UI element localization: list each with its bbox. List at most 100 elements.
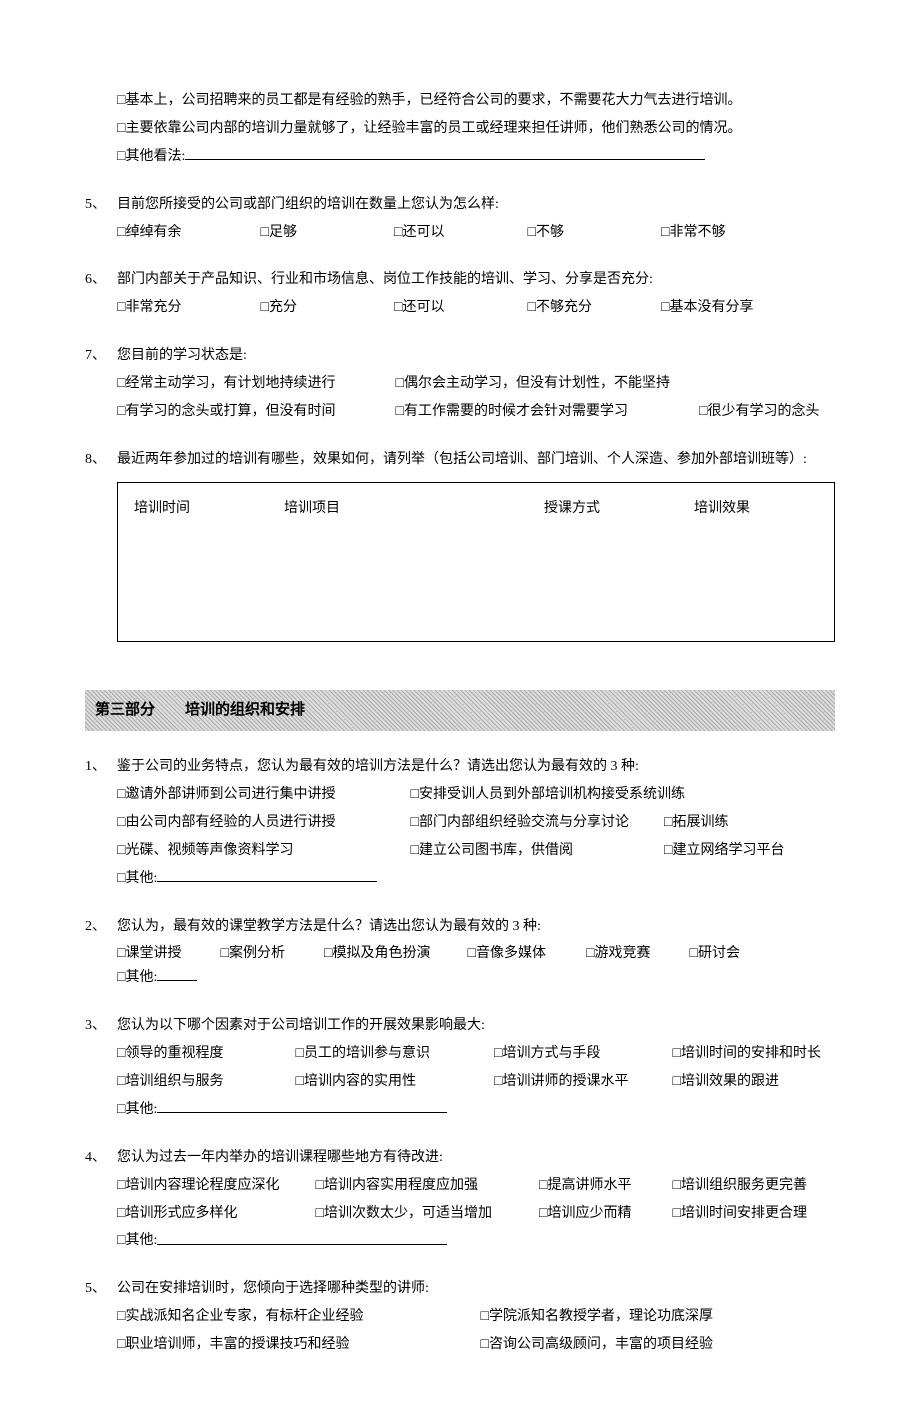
checkbox-icon[interactable]: □	[117, 1305, 125, 1329]
q5-text: 目前您所接受的公司或部门组织的培训在数量上您认为怎么样:	[117, 193, 835, 217]
checkbox-icon[interactable]: □	[481, 1305, 489, 1329]
checkbox-icon[interactable]: □	[673, 1174, 681, 1198]
fill-blank[interactable]	[157, 1244, 447, 1245]
p3q4-opt-8: 其他:	[125, 1234, 157, 1249]
checkbox-icon[interactable]: □	[296, 1070, 304, 1094]
p3q1-opt-5: 光碟、视频等声像资料学习	[125, 843, 293, 858]
checkbox-icon[interactable]: □	[690, 942, 698, 966]
checkbox-icon[interactable]: □	[481, 1333, 489, 1357]
q8-table-head: 培训时间 培训项目 授课方式 培训效果	[134, 497, 818, 521]
intro-options: □ 基本上，公司招聘来的员工都是有经验的熟手，已经符合公司的要求，不需要花大力气…	[85, 89, 835, 169]
q5-opt-2: 还可以	[402, 225, 444, 240]
checkbox-icon[interactable]: □	[673, 1202, 681, 1226]
q8-col-1: 培训项目	[284, 497, 544, 521]
checkbox-icon[interactable]: □	[316, 1202, 324, 1226]
section-3-header: 第三部分 培训的组织和安排	[85, 690, 835, 732]
checkbox-icon[interactable]: □	[296, 1042, 304, 1066]
p3q3-options: □ 领导的重视程度 □ 员工的培训参与意识 □ 培训方式与手段 □ 培训时间的安…	[85, 1042, 835, 1122]
q6-opt-4: 基本没有分享	[669, 300, 753, 315]
fill-blank[interactable]	[157, 881, 377, 882]
q5-opt-4: 非常不够	[669, 225, 725, 240]
q6-opt-0: 非常充分	[125, 300, 181, 315]
p3q4-opt-5: 培训次数太少，可适当增加	[324, 1206, 492, 1221]
p3q2-opt-6: 其他:	[125, 970, 157, 985]
q8-text: 最近两年参加过的培训有哪些，效果如何，请列举（包括公司培训、部门培训、个人深造、…	[117, 448, 835, 472]
p3q2-opt-5: 研讨会	[698, 947, 740, 962]
intro-opt-b: □ 主要依靠公司内部的培训力量就够了，让经验丰富的员工或经理来担任讲师，他们熟悉…	[117, 117, 835, 141]
p3q3-opt-0: 领导的重视程度	[125, 1046, 223, 1061]
checkbox-icon[interactable]: □	[468, 942, 476, 966]
q7: 7、 您目前的学习状态是:	[85, 344, 835, 368]
p3q3-opt-6: 培训讲师的授课水平	[502, 1074, 628, 1089]
q7-opt-1: 偶尔会主动学习，但没有计划性，不能坚持	[404, 376, 670, 391]
q8-col-2: 授课方式	[544, 497, 694, 521]
q7-opt-0: 经常主动学习，有计划地持续进行	[125, 376, 335, 391]
checkbox-icon[interactable]: □	[117, 1333, 125, 1357]
p3q1-opt-1: 安排受训人员到外部培训机构接受系统训练	[419, 787, 685, 802]
p3q1-opt-6: 建立公司图书库，供借阅	[419, 843, 573, 858]
q8-col-3: 培训效果	[694, 497, 750, 521]
checkbox-icon[interactable]: □	[396, 400, 404, 424]
q7-opt-3: 有工作需要的时候才会针对需要学习	[404, 404, 628, 419]
q7-opt-2: 有学习的念头或打算，但没有时间	[125, 404, 335, 419]
checkbox-icon[interactable]: □	[673, 1070, 681, 1094]
p3q2-text: 您认为，最有效的课堂教学方法是什么？请选出您认为最有效的 3 种:	[117, 915, 835, 939]
p3q1-options: □ 邀请外部讲师到公司进行集中讲授 □ 安排受训人员到外部培训机构接受系统训练 …	[85, 783, 835, 891]
p3q5-opt-0: 实战派知名企业专家，有标杆企业经验	[125, 1309, 363, 1324]
q6-opt-1: 充分	[269, 300, 297, 315]
fill-blank[interactable]	[157, 980, 197, 981]
p3q5-opt-3: 咨询公司高级顾问，丰富的项目经验	[489, 1337, 713, 1352]
checkbox-icon[interactable]: □	[396, 372, 404, 396]
p3q3-opt-7: 培训效果的跟进	[681, 1074, 779, 1089]
p3q1: 1、 鉴于公司的业务特点，您认为最有效的培训方法是什么？请选出您认为最有效的 3…	[85, 755, 835, 779]
checkbox-icon[interactable]: □	[411, 783, 419, 807]
checkbox-icon[interactable]: □	[528, 296, 536, 320]
fill-blank[interactable]	[157, 1112, 447, 1113]
checkbox-icon[interactable]: □	[221, 942, 229, 966]
q8-col-0: 培训时间	[134, 497, 284, 521]
p3q3-text: 您认为以下哪个因素对于公司培训工作的开展效果影响最大:	[117, 1014, 835, 1038]
p3q1-opt-7: 建立网络学习平台	[672, 843, 784, 858]
checkbox-icon[interactable]: □	[261, 221, 269, 245]
p3q3-opt-2: 培训方式与手段	[502, 1046, 600, 1061]
p3q5-text: 公司在安排培训时，您倾向于选择哪种类型的讲师:	[117, 1277, 835, 1301]
p3q3-opt-4: 培训组织与服务	[125, 1074, 223, 1089]
q8-table: 培训时间 培训项目 授课方式 培训效果	[117, 482, 835, 642]
p3q5-num: 5、	[85, 1277, 117, 1301]
checkbox-icon[interactable]: □	[673, 1042, 681, 1066]
checkbox-icon[interactable]: □	[261, 296, 269, 320]
p3q4-text: 您认为过去一年内举办的培训课程哪些地方有待改进:	[117, 1146, 835, 1170]
q7-text: 您目前的学习状态是:	[117, 344, 835, 368]
p3q4-opt-0: 培训内容理论程度应深化	[125, 1178, 279, 1193]
p3q4-opt-3: 培训组织服务更完善	[681, 1178, 807, 1193]
q7-opt-4: 很少有学习的念头	[707, 404, 819, 419]
checkbox-icon[interactable]: □	[316, 1174, 324, 1198]
p3q5-options: □ 实战派知名企业专家，有标杆企业经验 □ 学院派知名教授学者，理论功底深厚 □…	[85, 1305, 835, 1357]
p3q4-opt-6: 培训应少而精	[547, 1206, 631, 1221]
checkbox-icon[interactable]: □	[411, 839, 419, 863]
p3q4-num: 4、	[85, 1146, 117, 1170]
checkbox-icon[interactable]: □	[528, 221, 536, 245]
intro-opt-a: □ 基本上，公司招聘来的员工都是有经验的熟手，已经符合公司的要求，不需要花大力气…	[117, 89, 835, 113]
p3q3: 3、 您认为以下哪个因素对于公司培训工作的开展效果影响最大:	[85, 1014, 835, 1038]
q6: 6、 部门内部关于产品知识、行业和市场信息、岗位工作技能的培训、学习、分享是否充…	[85, 268, 835, 292]
p3q3-opt-5: 培训内容的实用性	[304, 1074, 416, 1089]
fill-blank[interactable]	[185, 159, 705, 160]
q6-opt-2: 还可以	[402, 300, 444, 315]
checkbox-icon[interactable]: □	[411, 811, 419, 835]
p3q2-opt-3: 音像多媒体	[476, 947, 546, 962]
q5-options: □ 绰绰有余 □ 足够 □ 还可以 □ 不够 □ 非常不够	[85, 221, 835, 245]
p3q1-text: 鉴于公司的业务特点，您认为最有效的培训方法是什么？请选出您认为最有效的 3 种:	[117, 755, 835, 779]
q5-opt-3: 不够	[536, 225, 564, 240]
p3q1-num: 1、	[85, 755, 117, 779]
q6-num: 6、	[85, 268, 117, 292]
p3q4-opt-1: 培训内容实用程度应加强	[324, 1178, 478, 1193]
p3q1-opt-0: 邀请外部讲师到公司进行集中讲授	[125, 787, 335, 802]
p3q3-opt-8: 其他:	[125, 1102, 157, 1117]
p3q4-opt-4: 培训形式应多样化	[125, 1206, 237, 1221]
p3q1-opt-3: 部门内部组织经验交流与分享讨论	[419, 815, 629, 830]
p3q1-opt-8: 其他:	[125, 871, 157, 886]
q7-num: 7、	[85, 344, 117, 368]
p3q5-opt-2: 职业培训师，丰富的授课技巧和经验	[125, 1337, 349, 1352]
q5-opt-1: 足够	[269, 225, 297, 240]
